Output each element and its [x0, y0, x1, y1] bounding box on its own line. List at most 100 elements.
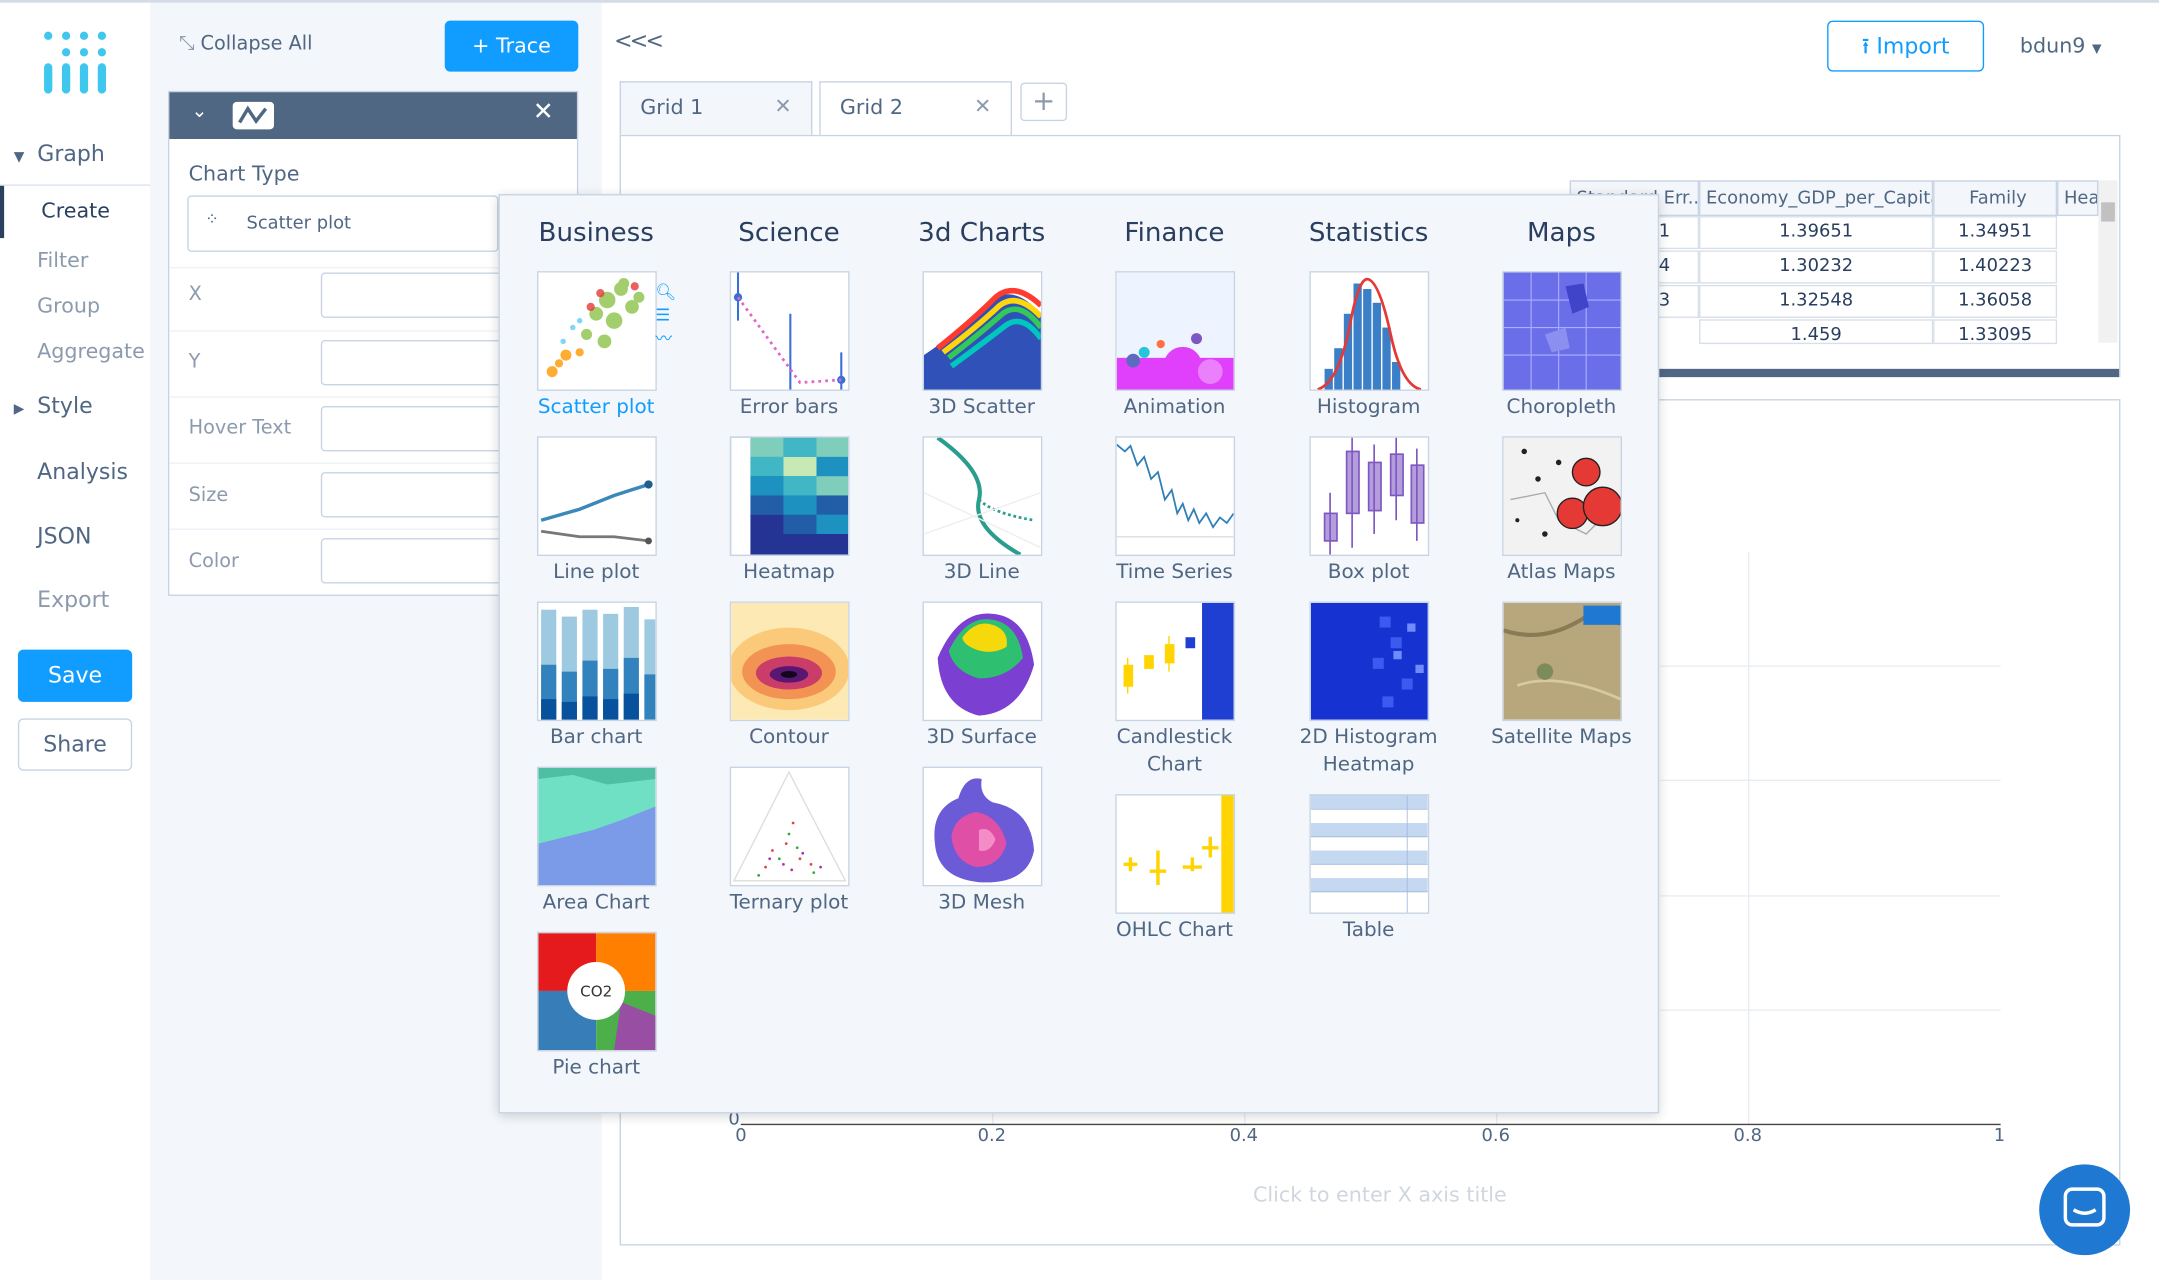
collapse-all-label: Collapse All — [200, 33, 313, 56]
grid-column-header[interactable]: Hea — [2057, 180, 2099, 217]
add-grid-button[interactable]: + — [1020, 82, 1068, 122]
chart-option-label: Animation — [1123, 396, 1226, 419]
grid-cell[interactable]: 1.30232 — [1699, 250, 1934, 284]
chart-option-label: Pie chart — [552, 1056, 641, 1080]
3d-scatter-thumbnail — [922, 271, 1043, 391]
category-maps: Maps — [1526, 217, 1596, 248]
x-tick-label: 0.8 — [1733, 1125, 1763, 1147]
close-icon[interactable]: ✕ — [533, 98, 554, 127]
grid-cell[interactable]: 1.459 — [1699, 319, 1934, 345]
grid-column-header[interactable]: Economy_GDP_per_Capita — [1699, 180, 1934, 217]
size-field-input[interactable] — [320, 472, 514, 518]
save-button[interactable]: Save — [17, 649, 133, 702]
close-tab-icon[interactable]: ✕ — [974, 94, 991, 119]
nav-group-style[interactable]: ▶ Style — [14, 392, 93, 418]
grid-cell[interactable]: 1.40223 — [1933, 250, 2058, 284]
chart-option-label: 3D Line — [943, 561, 1020, 584]
chart-option-label: 3D Scatter — [928, 396, 1035, 419]
tab-label: Grid 2 — [839, 94, 903, 120]
y-field-input[interactable] — [320, 339, 514, 386]
scroll-thumb[interactable] — [2101, 202, 2115, 222]
collapse-panel-icon[interactable]: <<< — [614, 28, 664, 54]
chart-option-label: Area Chart — [542, 891, 650, 914]
chart-option-label: Candlestick Chart — [1116, 726, 1233, 777]
chart-option-label: 3D Mesh — [938, 891, 1026, 914]
error-bars-thumbnail — [729, 271, 850, 391]
search-icon: 🔍︎ — [655, 282, 677, 302]
tab-label: Grid 1 — [640, 94, 704, 120]
chat-icon[interactable] — [2039, 1164, 2131, 1256]
chart-option-label: Ternary plot — [729, 891, 849, 914]
chart-option-label: OHLC Chart — [1115, 919, 1233, 942]
list-icon: ☰ — [655, 305, 671, 325]
collapse-all-button[interactable]: ⤡ Collapse All — [179, 33, 313, 55]
import-button[interactable]: ⭱ Import — [1827, 20, 1985, 72]
category-statistics: Statistics — [1308, 217, 1429, 248]
area-thumbnail — [536, 766, 657, 887]
tab-grid-1[interactable]: Grid 1 ✕ — [619, 81, 813, 135]
category-science: Science — [738, 217, 840, 248]
scatter-icon: ⁘ — [205, 209, 219, 229]
histogram-thumbnail — [1309, 271, 1430, 391]
scatter-hover-icons: 🔍︎ ☰ 〰 — [655, 281, 676, 351]
y-field-label: Y — [188, 350, 201, 373]
grid-cell[interactable]: 1.39651 — [1699, 216, 1934, 250]
hover-text-input[interactable] — [320, 406, 514, 452]
chart-option-label: Scatter plot — [537, 396, 655, 419]
nav-item-group[interactable]: Group — [37, 293, 100, 318]
grid-horizontal-scrollbar[interactable] — [1659, 346, 2095, 364]
grid-cell[interactable]: 1.34951 — [1933, 216, 2058, 250]
caret-down-icon: ▼ — [2092, 42, 2102, 57]
nav-item-aggregate[interactable]: Aggregate — [37, 339, 145, 364]
grid-column-header[interactable]: Family — [1933, 180, 2058, 217]
collapse-icon: ⤡ — [178, 33, 195, 56]
nav-item-json[interactable]: JSON — [37, 523, 91, 549]
heatmap-thumbnail — [729, 436, 850, 557]
x-axis-title[interactable]: Click to enter X axis title — [1253, 1182, 1507, 1207]
nav-item-export[interactable]: Export — [37, 586, 109, 612]
nav-item-filter[interactable]: Filter — [37, 248, 88, 273]
grid-vertical-scrollbar[interactable] — [2098, 180, 2118, 343]
app-window: ▼ Graph Create Filter Group Aggregate ▶ … — [0, 0, 2159, 1280]
chart-option-label: Time Series — [1116, 561, 1233, 584]
line-thumbnail — [536, 436, 657, 557]
close-tab-icon[interactable]: ✕ — [774, 94, 791, 119]
x-field-label: X — [188, 283, 202, 306]
share-button[interactable]: Share — [17, 718, 133, 771]
chart-option-label: Contour — [749, 726, 829, 749]
user-menu[interactable]: bdun9 ▼ — [2020, 33, 2102, 58]
x-field-input[interactable] — [320, 272, 514, 318]
grid-cell[interactable]: 1.36058 — [1933, 284, 2058, 318]
category-finance: Finance — [1124, 217, 1225, 248]
chart-option-label: Table — [1342, 919, 1395, 942]
nav-item-analysis[interactable]: Analysis — [37, 458, 128, 484]
hover-text-label: Hover Text — [188, 417, 292, 440]
choropleth-thumbnail — [1502, 271, 1622, 391]
chart-type-label: Chart Type — [188, 161, 300, 186]
plotly-logo-icon[interactable] — [41, 30, 110, 96]
grid-cell[interactable]: 1.33095 — [1933, 319, 2058, 345]
2d-histogram-thumbnail — [1309, 601, 1430, 722]
ohlc-thumbnail — [1115, 794, 1236, 914]
left-nav: ▼ Graph Create Filter Group Aggregate ▶ … — [0, 2, 151, 1280]
nav-group-graph[interactable]: ▼ Graph — [14, 140, 105, 166]
grid-cell[interactable]: 1.32548 — [1699, 284, 1934, 318]
import-label: Import — [1876, 33, 1950, 60]
chart-type-select[interactable]: ⁘ Scatter plot — [187, 195, 499, 252]
nav-item-create[interactable]: Create — [0, 185, 151, 239]
x-tick-label: 0.6 — [1481, 1125, 1511, 1147]
x-tick-label: 0 — [735, 1125, 747, 1147]
add-trace-button[interactable]: + Trace — [444, 20, 579, 72]
chart-option-label: Histogram — [1316, 396, 1421, 419]
atlas-maps-thumbnail — [1502, 436, 1622, 557]
chart-option-label: Error bars — [739, 396, 839, 419]
color-field-input[interactable] — [320, 538, 514, 584]
x-tick-label: 1 — [1993, 1125, 2006, 1147]
3d-line-thumbnail — [922, 436, 1043, 557]
satellite-maps-thumbnail — [1502, 601, 1622, 722]
tab-grid-2[interactable]: Grid 2 ✕ — [819, 81, 1013, 137]
table-thumbnail — [1309, 794, 1430, 914]
chevron-down-icon[interactable]: ⌄ — [191, 100, 207, 122]
nav-graph-label: Graph — [37, 140, 105, 167]
trace-card-header[interactable]: ⌄ ✕ — [169, 92, 577, 140]
